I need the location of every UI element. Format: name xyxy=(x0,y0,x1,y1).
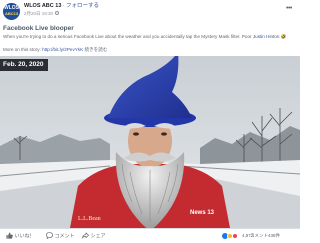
date-badge: Feb. 20, 2020 xyxy=(0,59,49,71)
like-label: いいね！ xyxy=(14,233,35,240)
post-meta: 2月20日 19:30 xyxy=(24,11,60,17)
facebook-post: WLOS ABC13 WLOS ABC 13 · フォローする 2月20日 19… xyxy=(0,0,300,243)
post-timestamp[interactable]: 2月20日 19:30 xyxy=(24,11,53,16)
comment-count[interactable]: コメント438件 xyxy=(250,232,280,240)
description-text: When you're trying to do a serious Faceb… xyxy=(3,34,253,39)
post-actions-bar: いいね！ コメント シェア 4,972 コメント438件 xyxy=(0,228,300,243)
more-options-icon[interactable]: ••• xyxy=(286,5,292,12)
avatar-logo-line2: ABC13 xyxy=(4,11,19,16)
read-more-link[interactable]: 続きを読む xyxy=(83,47,107,52)
like-button[interactable]: いいね！ xyxy=(6,232,35,241)
news13-logo: News 13 xyxy=(190,210,215,216)
share-arrow-icon xyxy=(82,232,89,239)
video-player[interactable]: L.L.Bean News 13 Feb. 20, 2020 xyxy=(0,56,300,228)
story-link[interactable]: http://bit.ly/2PevYkK xyxy=(42,47,83,52)
globe-icon xyxy=(55,11,60,16)
jacket-brand-text: L.L.Bean xyxy=(78,216,101,222)
share-button[interactable]: シェア xyxy=(82,232,106,241)
post-header: WLOS ABC13 WLOS ABC 13 · フォローする 2月20日 19… xyxy=(0,0,300,21)
page-avatar[interactable]: WLOS ABC13 xyxy=(3,3,20,20)
comment-button[interactable]: コメント xyxy=(46,232,75,241)
video-frame xyxy=(0,56,300,228)
thumbs-up-icon xyxy=(6,232,13,239)
love-reaction-icon xyxy=(232,233,238,239)
name-separator: · xyxy=(62,3,65,9)
post-title: Facebook Live blooper xyxy=(3,25,74,32)
speech-bubble-icon xyxy=(46,232,53,240)
more-story-line: More on this story: http://bit.ly/2PevYk… xyxy=(3,47,107,53)
mention-link[interactable]: Justin Hinton xyxy=(253,34,280,39)
comment-label: コメント xyxy=(54,233,75,240)
description-emoji: 🤣 xyxy=(279,34,287,39)
post-description: When you're trying to do a serious Faceb… xyxy=(3,34,297,40)
follow-link[interactable]: フォローする xyxy=(66,3,99,10)
page-name-link[interactable]: WLOS ABC 13 · xyxy=(24,3,65,10)
more-prefix: More on this story: xyxy=(3,47,43,52)
share-label: シェア xyxy=(90,233,106,240)
page-name[interactable]: WLOS ABC 13 xyxy=(24,3,61,9)
